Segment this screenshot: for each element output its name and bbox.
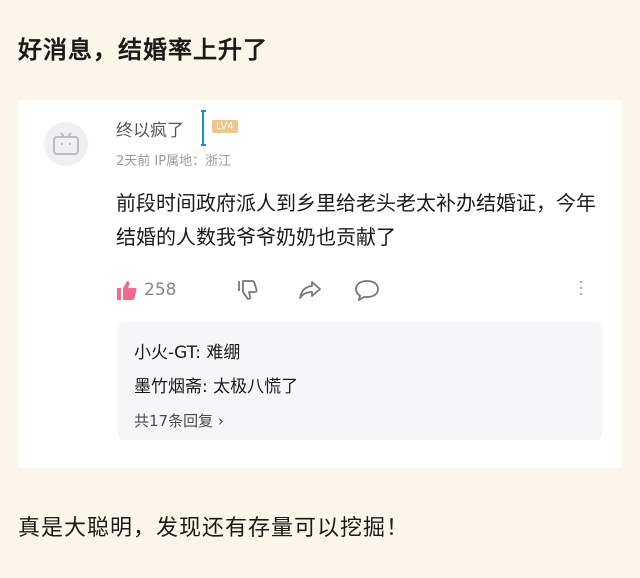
dislike-button[interactable] bbox=[236, 276, 258, 304]
thumbs-up-icon bbox=[117, 281, 137, 300]
share-icon bbox=[299, 281, 321, 299]
reply-item[interactable]: 墨竹烟斋: 太极八慌了 bbox=[134, 372, 298, 397]
more-options-icon[interactable]: · · · bbox=[578, 274, 584, 304]
replies-panel: 小火-GT: 难绷 墨竹烟斋: 太极八慌了 共17条回复 › bbox=[118, 322, 602, 440]
like-button[interactable]: 258 bbox=[116, 276, 176, 304]
share-button[interactable] bbox=[298, 276, 322, 304]
comment-card: 终以疯了 LV4 2天前 IP属地：浙江 前段时间政府派人到乡里给老头老太补办结… bbox=[18, 100, 622, 468]
thumbs-down-icon bbox=[238, 280, 258, 300]
like-count: 258 bbox=[144, 280, 177, 300]
footer-caption: 真是大聪明，发现还有存量可以挖掘！ bbox=[18, 516, 410, 541]
headline: 好消息，结婚率上升了 bbox=[18, 36, 268, 64]
avatar[interactable] bbox=[44, 122, 88, 166]
reply-author[interactable]: 小火-GT: bbox=[134, 343, 201, 363]
reply-button[interactable] bbox=[354, 276, 380, 304]
reply-author[interactable]: 墨竹烟斋: bbox=[134, 377, 208, 397]
avatar-tv-icon bbox=[53, 132, 79, 155]
reply-text: 难绷 bbox=[200, 343, 241, 363]
comment-bubble-icon bbox=[355, 280, 379, 301]
comment-text: 前段时间政府派人到乡里给老头老太补办结婚证，今年结婚的人数我爷爷奶奶也贡献了 bbox=[116, 191, 596, 249]
comment-meta: 2天前 IP属地：浙江 bbox=[116, 154, 232, 169]
reply-item[interactable]: 小火-GT: 难绷 bbox=[134, 338, 240, 363]
comment-username[interactable]: 终以疯了 bbox=[116, 116, 184, 141]
view-all-replies-link[interactable]: 共17条回复 › bbox=[134, 410, 224, 431]
level-badge: LV4 bbox=[212, 120, 238, 133]
reply-text: 太极八慌了 bbox=[207, 377, 299, 397]
comment-actions: 258 · · · bbox=[116, 274, 596, 304]
text-cursor-icon bbox=[201, 110, 206, 146]
